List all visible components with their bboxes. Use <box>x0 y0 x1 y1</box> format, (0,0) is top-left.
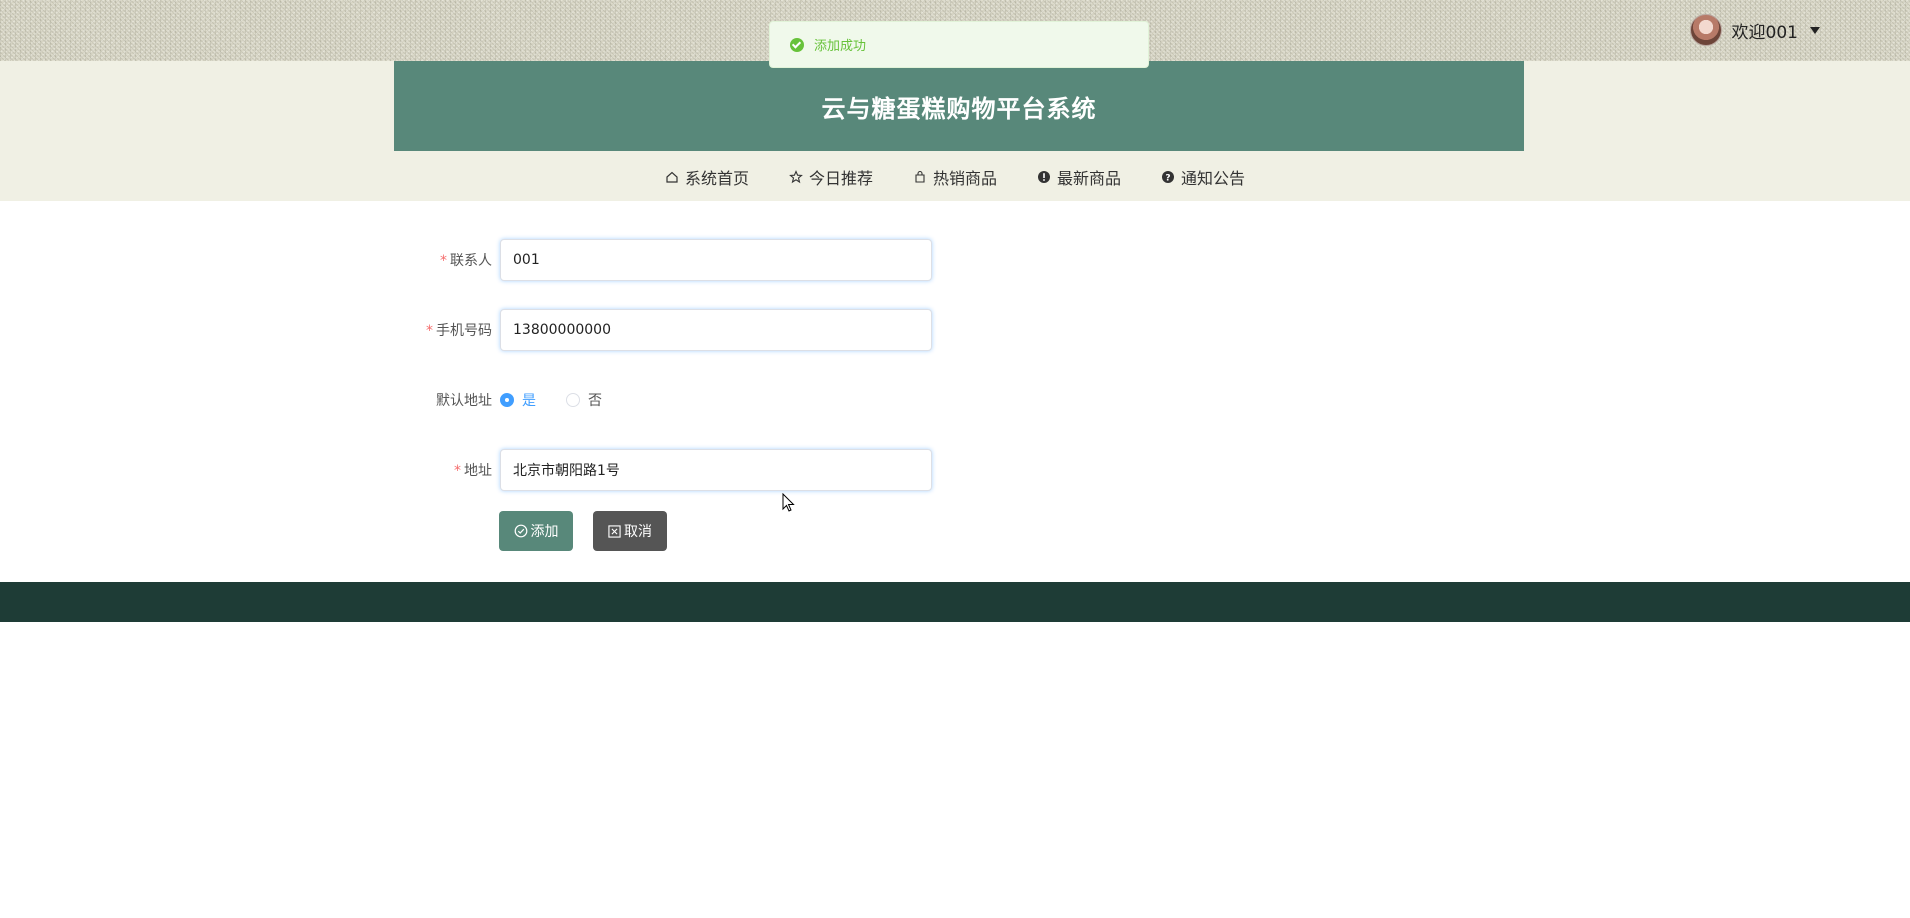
required-mark: * <box>440 253 447 269</box>
close-square-icon <box>608 524 621 538</box>
welcome-text[interactable]: 欢迎001 <box>1732 18 1798 43</box>
phone-label: * 手机号码 <box>394 320 500 340</box>
nav-item-new[interactable]: 最新商品 <box>1037 160 1121 194</box>
nav-item-hot[interactable]: 热销商品 <box>913 160 997 194</box>
nav-label: 今日推荐 <box>808 169 873 188</box>
radio-yes[interactable]: 是 <box>500 390 536 410</box>
toast-message: 添加成功 <box>814 39 867 54</box>
contact-input[interactable] <box>500 239 932 281</box>
radio-no-label[interactable]: 否 <box>588 390 602 410</box>
radio-yes-label[interactable]: 是 <box>522 390 536 410</box>
radio-no[interactable]: 否 <box>566 390 602 410</box>
star-icon <box>789 170 803 184</box>
svg-text:?: ? <box>1165 174 1170 184</box>
cancel-button[interactable]: 取消 <box>593 511 667 551</box>
add-button[interactable]: 添加 <box>499 511 573 551</box>
nav-item-notice[interactable]: ? 通知公告 <box>1161 160 1245 194</box>
main-nav: 系统首页 今日推荐 热销商品 最新商品 ? 通知公告 <box>0 160 1910 194</box>
alert-icon <box>1038 171 1050 183</box>
nav-label: 通知公告 <box>1181 169 1246 188</box>
mouse-cursor-icon <box>782 493 795 512</box>
nav-label: 最新商品 <box>1057 169 1122 188</box>
default-address-row: 默认地址 是 否 <box>394 390 602 410</box>
phone-label-text: 手机号码 <box>436 323 492 339</box>
footer <box>0 582 1910 622</box>
nav-item-home[interactable]: 系统首页 <box>665 160 749 194</box>
nav-label: 系统首页 <box>684 169 749 188</box>
phone-input[interactable] <box>500 309 932 351</box>
check-circle-icon <box>514 524 527 538</box>
required-mark: * <box>454 463 461 479</box>
radio-unchecked-icon[interactable] <box>566 393 580 407</box>
address-input[interactable] <box>500 449 932 491</box>
user-menu[interactable]: 欢迎001 <box>1689 14 1820 46</box>
success-check-icon <box>790 37 804 52</box>
question-icon: ? <box>1162 171 1175 184</box>
avatar[interactable] <box>1689 14 1722 46</box>
address-label-text: 地址 <box>464 463 492 479</box>
nav-item-recommend[interactable]: 今日推荐 <box>789 160 873 194</box>
nav-label: 热销商品 <box>932 169 997 188</box>
address-row: * 地址 <box>394 449 932 491</box>
radio-checked-icon[interactable] <box>500 393 514 407</box>
contact-row: * 联系人 <box>394 239 932 281</box>
caret-down-icon[interactable] <box>1810 26 1820 34</box>
title-banner: 云与糖蛋糕购物平台系统 <box>394 61 1524 151</box>
contact-label: * 联系人 <box>394 250 500 270</box>
contact-label-text: 联系人 <box>450 253 492 269</box>
phone-row: * 手机号码 <box>394 309 932 351</box>
home-icon <box>666 171 678 183</box>
address-label: * 地址 <box>394 460 500 480</box>
default-address-label: 默认地址 <box>436 393 492 409</box>
add-button-label: 添加 <box>530 524 559 540</box>
default-address-radio-group: 是 否 <box>500 390 602 410</box>
bag-icon <box>915 170 925 183</box>
required-mark: * <box>426 323 433 339</box>
site-title: 云与糖蛋糕购物平台系统 <box>821 94 1097 123</box>
cancel-button-label: 取消 <box>624 524 652 540</box>
success-toast: 添加成功 <box>769 21 1149 68</box>
